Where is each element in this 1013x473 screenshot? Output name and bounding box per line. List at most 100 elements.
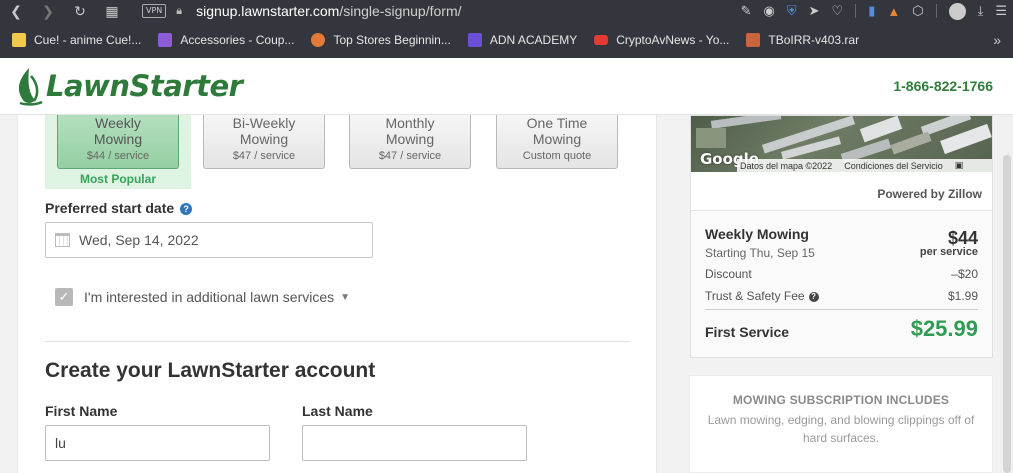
frequency-option-one-time[interactable]: One Time Mowing Custom quote xyxy=(496,115,618,169)
bookmark-label: CryptoAvNews - Yo... xyxy=(616,33,730,47)
vpn-badge[interactable]: VPN xyxy=(142,4,167,18)
toolbar-icons: ✎ ◉ ⛨ ➤ ♡ ▮ ▲ ⬡ ⤓ ☰ xyxy=(741,0,1007,22)
profile-avatar-icon[interactable] xyxy=(948,2,966,20)
map-data-text[interactable]: Datos del mapa ©2022 xyxy=(740,161,832,171)
additional-services-checkbox[interactable]: ✓ xyxy=(55,288,73,306)
includes-title: MOWING SUBSCRIPTION INCLUDES xyxy=(732,393,950,407)
create-account-title: Create your LawnStarter account xyxy=(45,359,376,382)
fee-row: Trust & Safety Fee? $1.99 xyxy=(705,289,978,303)
service-start: Starting Thu, Sep 15 xyxy=(705,246,815,260)
lock-icon[interactable]: 🔒︎ xyxy=(176,5,182,18)
map-attribution-bar: Datos del mapa ©2022 Condiciones del Ser… xyxy=(737,159,992,172)
send-icon[interactable]: ➤ xyxy=(809,3,820,19)
first-service-label: First Service xyxy=(705,324,790,340)
bookmark-item[interactable]: Top Stores Beginnin... xyxy=(311,33,451,47)
menu-icon[interactable]: ☰ xyxy=(995,3,1007,19)
map-report-icon[interactable]: ▣ xyxy=(955,160,964,171)
service-name: Weekly Mowing xyxy=(705,226,809,242)
bookmark-favicon-icon xyxy=(467,33,482,47)
bookmark-item[interactable]: CryptoAvNews - Yo... xyxy=(594,33,729,47)
section-divider xyxy=(45,341,630,342)
price-breakdown: Weekly Mowing $44 Starting Thu, Sep 15 p… xyxy=(691,210,992,357)
includes-text: Lawn mowing, edging, and blowing clippin… xyxy=(707,413,975,445)
bookmark-favicon-icon xyxy=(158,33,173,47)
first-name-input[interactable] xyxy=(45,425,270,461)
caret-down-icon[interactable]: ▼ xyxy=(340,292,350,303)
bookmark-favicon-icon xyxy=(311,33,326,47)
most-popular-badge: Most Popular xyxy=(79,172,156,186)
summary-divider xyxy=(705,309,978,310)
scrollbar-thumb[interactable] xyxy=(1003,155,1011,473)
map-terms-link[interactable]: Condiciones del Servicio xyxy=(844,161,943,171)
bookmark-label: Top Stores Beginnin... xyxy=(333,33,451,47)
heart-icon[interactable]: ♡ xyxy=(832,3,844,19)
url-domain: signup.lawnstarter.com xyxy=(196,3,340,19)
browser-toolbar: ❮ ❯ ↻ ▦ VPN 🔒︎ signup.lawnstarter.com/si… xyxy=(0,0,1013,22)
frequency-name: Mowing xyxy=(93,131,143,147)
toolbar-separator xyxy=(935,4,937,18)
order-summary-card: Google Datos del mapa ©2022 Condiciones … xyxy=(690,115,993,358)
address-bar-url[interactable]: signup.lawnstarter.com/single-signup/for… xyxy=(196,3,461,19)
logo-text: LawnStarter xyxy=(46,69,243,103)
frequency-price: Custom quote xyxy=(522,150,592,162)
bookmark-item[interactable]: Accessories - Coup... xyxy=(158,33,294,47)
download-icon[interactable]: ⤓ xyxy=(978,3,984,19)
frequency-price: $47 / service xyxy=(378,150,442,162)
bookmark-label: Accessories - Coup... xyxy=(180,33,295,47)
extension-icon[interactable]: ▮ xyxy=(868,3,875,19)
order-summary-column: Google Datos del mapa ©2022 Condiciones … xyxy=(657,115,1013,473)
bookmark-item[interactable]: TBoIRR-v403.rar xyxy=(746,33,859,47)
info-icon[interactable]: ? xyxy=(808,292,819,302)
bookmark-label: Cue! - anime Cue!... xyxy=(34,33,142,47)
frequency-price: $44 / service xyxy=(86,150,150,162)
shield-icon[interactable]: ⛨ xyxy=(787,3,797,19)
last-name-input[interactable] xyxy=(302,425,527,461)
bookmarks-overflow-icon[interactable]: » xyxy=(993,32,1001,48)
start-date-label-text: Preferred start date xyxy=(45,200,175,216)
frequency-option-biweekly[interactable]: Bi-Weekly Mowing $47 / service xyxy=(203,115,325,169)
bookmark-item[interactable]: Cue! - anime Cue!... xyxy=(12,33,141,47)
start-date-label: Preferred start date ? xyxy=(45,200,193,216)
cube-icon[interactable]: ⬡ xyxy=(912,3,923,19)
phone-number[interactable]: 1-866-822-1766 xyxy=(893,78,993,94)
frequency-name: Bi-Weekly xyxy=(232,115,296,131)
bookmark-favicon-icon xyxy=(12,33,26,47)
back-icon[interactable]: ❮ xyxy=(0,3,32,19)
calendar-icon xyxy=(55,233,70,247)
help-icon[interactable]: ? xyxy=(180,203,193,215)
subscription-includes-card: MOWING SUBSCRIPTION INCLUDES Lawn mowing… xyxy=(689,375,993,473)
forward-icon[interactable]: ❯ xyxy=(32,3,64,19)
discount-row: Discount –$20 xyxy=(705,267,978,281)
frequency-name: Monthly xyxy=(385,115,435,131)
powered-by-zillow: Powered by Zillow xyxy=(877,187,982,201)
bookmarks-bar: Cue! - anime Cue!... Accessories - Coup.… xyxy=(0,22,1013,58)
frequency-name: One Time xyxy=(526,115,588,131)
start-date-input[interactable]: Wed, Sep 14, 2022 xyxy=(45,222,373,258)
frequency-name: Mowing xyxy=(239,131,289,147)
camera-icon[interactable]: ◉ xyxy=(764,3,775,19)
speed-dial-icon[interactable]: ▦ xyxy=(96,3,128,19)
bookmark-item[interactable]: ADN ACADEMY xyxy=(467,33,578,47)
leaf-logo-icon xyxy=(18,68,43,106)
frequency-option-weekly[interactable]: Weekly Mowing $44 / service xyxy=(57,115,179,169)
page-scrollbar[interactable] xyxy=(1000,115,1013,473)
first-service-total: $25.99 xyxy=(910,316,978,341)
edit-icon[interactable]: ✎ xyxy=(741,3,752,19)
per-service-label: per service xyxy=(919,246,978,258)
frequency-option-monthly[interactable]: Monthly Mowing $47 / service xyxy=(349,115,471,169)
first-name-label: First Name xyxy=(45,403,118,419)
fox-extension-icon[interactable]: ▲ xyxy=(887,4,900,19)
bookmark-label: ADN ACADEMY xyxy=(489,33,578,47)
frequency-name: Mowing xyxy=(385,131,435,147)
site-header: LawnStarter 1-866-822-1766 xyxy=(0,58,1013,115)
fee-value: $1.99 xyxy=(947,289,978,303)
signup-form-panel: Weekly Mowing $44 / service Bi-Weekly Mo… xyxy=(17,115,657,473)
property-map[interactable]: Google Datos del mapa ©2022 Condiciones … xyxy=(691,116,992,172)
lawnstarter-logo[interactable]: LawnStarter xyxy=(14,66,243,106)
frequency-name: Weekly xyxy=(95,115,141,131)
url-path: /single-signup/form/ xyxy=(339,3,462,19)
frequency-name: Mowing xyxy=(532,131,582,147)
bookmark-label: TBoIRR-v403.rar xyxy=(768,33,860,47)
reload-icon[interactable]: ↻ xyxy=(64,3,96,19)
additional-services-row[interactable]: ✓ I'm interested in additional lawn serv… xyxy=(55,288,350,306)
